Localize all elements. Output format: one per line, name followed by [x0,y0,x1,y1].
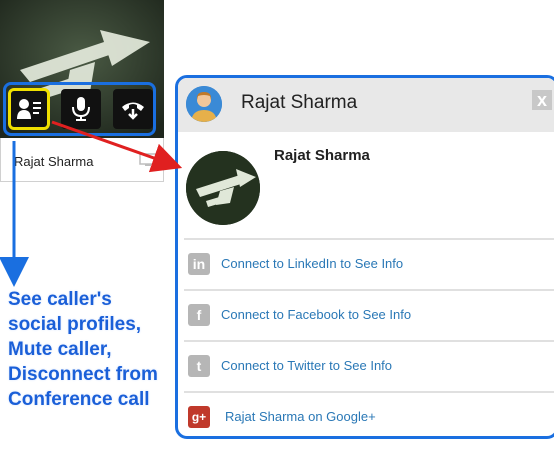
popup-header: Rajat Sharma x [178,78,554,132]
annotation-line: Mute caller, [8,339,112,360]
default-user-icon [186,86,222,122]
screen-share-icon [139,153,157,166]
facebook-icon: f [188,304,210,326]
google-plus-row[interactable]: g+ Rajat Sharma on Google+ [184,391,554,436]
profile-photo-image [186,151,260,225]
controls-highlight [3,82,156,136]
annotation-line: See caller's [8,289,112,310]
caller-name-card: Rajat Sharma [0,138,164,182]
caller-name: Rajat Sharma [14,154,94,169]
profile-photo [186,151,260,225]
linkedin-row[interactable]: in Connect to LinkedIn to See Info [184,238,554,286]
twitter-icon: t [188,355,210,377]
twitter-row[interactable]: t Connect to Twitter to See Info [184,340,554,388]
header-avatar [186,86,222,122]
annotation-line: social profiles, [8,314,142,335]
profile-name: Rajat Sharma [274,147,370,164]
google-plus-link[interactable]: Rajat Sharma on Google+ [225,409,376,424]
twitter-connect-link[interactable]: Connect to Twitter to See Info [221,358,392,373]
linkedin-icon: in [188,253,210,275]
facebook-connect-link[interactable]: Connect to Facebook to See Info [221,307,411,322]
header-name: Rajat Sharma [241,92,358,113]
close-icon[interactable]: x [532,90,552,110]
linkedin-connect-link[interactable]: Connect to LinkedIn to See Info [221,256,403,271]
caller-profile-popup: Rajat Sharma x Rajat Sharma in Connect t… [175,75,554,439]
facebook-row[interactable]: f Connect to Facebook to See Info [184,289,554,337]
google-plus-icon: g+ [188,406,210,428]
annotation-text: See caller's social profiles, Mute calle… [8,287,173,412]
annotation-line: Conference call [8,389,150,410]
annotation-line: Disconnect from [8,364,158,385]
